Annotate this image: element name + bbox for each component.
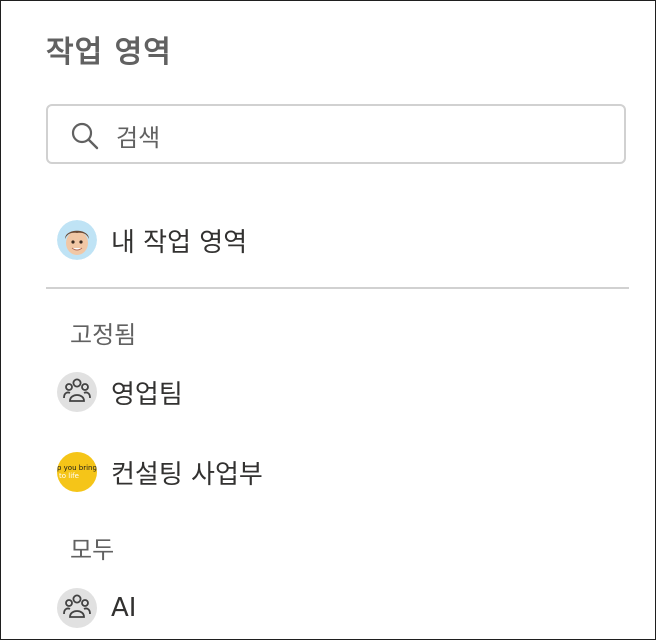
workspace-label: 컨설팅 사업부 [111, 459, 263, 490]
group-icon [57, 588, 97, 628]
workspace-item-my-workspace[interactable]: 내 작업 영역 [57, 218, 617, 262]
logo-text-line-2: to life [59, 472, 79, 480]
logo-text-line-1: p you bring [57, 464, 97, 472]
section-title-all: 모두 [70, 536, 115, 564]
group-icon [57, 372, 97, 412]
workspace-item-ai[interactable]: AI [57, 586, 617, 630]
workspace-panel: 작업 영역 검색 내 작업 영역 고정됨 영업팀 p you bring to … [0, 0, 656, 640]
workspace-item-consulting-division[interactable]: p you bring to life 컨설팅 사업부 [57, 450, 617, 494]
divider [46, 287, 629, 289]
workspace-label: AI [111, 593, 137, 623]
section-title-pinned: 고정됨 [70, 321, 137, 349]
search-input[interactable]: 검색 [46, 104, 626, 164]
workspace-label: 내 작업 영역 [111, 227, 248, 258]
memoji-avatar-icon [57, 220, 97, 260]
workspace-label: 영업팀 [111, 379, 183, 410]
panel-title: 작업 영역 [46, 35, 172, 70]
logo-icon: p you bring to life [57, 452, 97, 492]
search-icon [71, 122, 99, 150]
search-placeholder: 검색 [116, 124, 161, 152]
workspace-item-sales-team[interactable]: 영업팀 [57, 370, 617, 414]
